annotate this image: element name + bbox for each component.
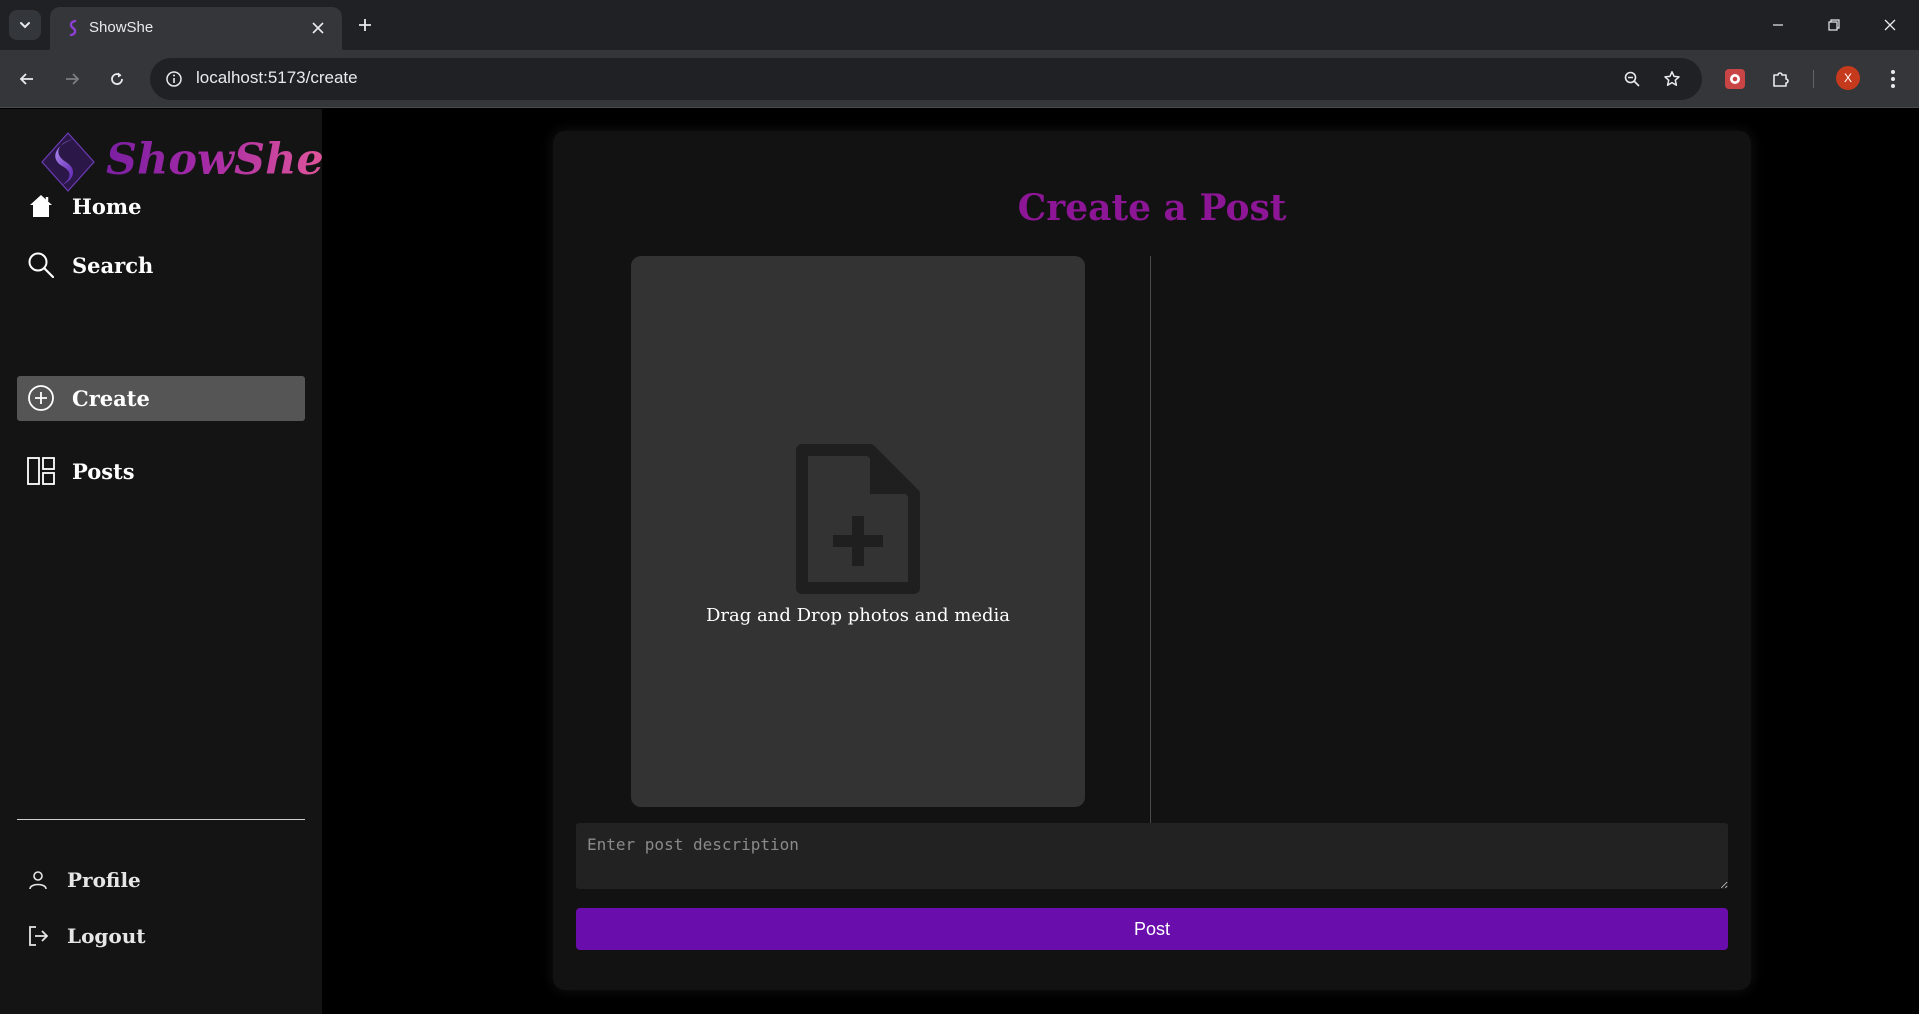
nav-label: Home (72, 194, 142, 219)
zoom-button[interactable] (1620, 67, 1644, 91)
showshe-favicon-icon (69, 19, 77, 37)
nav-item-profile[interactable]: Profile (17, 860, 305, 900)
nav-label: Posts (72, 459, 135, 484)
close-icon (1884, 19, 1896, 31)
tab-search-button[interactable] (9, 10, 41, 40)
post-submit-button[interactable]: Post (576, 908, 1728, 950)
nav-label: Create (72, 386, 150, 411)
minimize-button[interactable] (1750, 8, 1806, 42)
arrow-right-icon (66, 73, 80, 85)
chrome-menu-button[interactable] (1878, 64, 1908, 94)
zoom-out-icon (1624, 71, 1640, 87)
nav-item-posts[interactable]: Posts (17, 449, 305, 494)
extension-app-icon (1725, 69, 1745, 89)
close-window-button[interactable] (1862, 8, 1918, 42)
tab-title: ShowShe (89, 19, 154, 36)
layout-icon (27, 457, 55, 485)
reload-button[interactable] (102, 64, 132, 94)
extensions-menu-button[interactable] (1766, 64, 1796, 94)
file-add-icon (796, 444, 920, 594)
nav-label: Search (72, 253, 154, 278)
info-icon (166, 71, 182, 87)
sidebar: ShowShe Home Search Create Posts Profile (0, 109, 324, 1014)
extension-button[interactable] (1720, 64, 1750, 94)
toolbar-separator (1813, 70, 1814, 88)
site-info-button[interactable] (162, 67, 186, 91)
nav-label: Logout (67, 924, 146, 948)
page-title: Create a Post (1017, 187, 1287, 229)
post-description-input[interactable] (576, 823, 1728, 889)
back-button[interactable] (12, 64, 42, 94)
logout-icon (27, 925, 49, 947)
bookmark-button[interactable] (1660, 67, 1684, 91)
minimize-icon (1773, 24, 1783, 26)
brand-name: ShowShe (106, 135, 324, 185)
nav-item-logout[interactable]: Logout (17, 916, 305, 956)
nav-item-home[interactable]: Home (17, 184, 305, 229)
tab-close-button[interactable] (308, 18, 328, 38)
arrow-left-icon (19, 73, 33, 85)
search-icon (27, 251, 55, 279)
browser-toolbar: localhost:5173/create (0, 50, 1919, 108)
reload-icon (111, 72, 123, 85)
restore-button[interactable] (1806, 8, 1862, 42)
close-icon (312, 22, 324, 34)
more-vertical-icon (1891, 70, 1895, 88)
vertical-divider (1150, 256, 1151, 826)
dropzone-text: Drag and Drop photos and media (706, 605, 1010, 626)
home-icon (27, 192, 55, 220)
sidebar-divider (17, 819, 305, 820)
chevron-down-icon (20, 22, 30, 29)
user-icon (27, 869, 49, 891)
nav-item-search[interactable]: Search (17, 243, 305, 288)
nav-item-create[interactable]: Create (17, 376, 305, 421)
plus-icon (359, 19, 371, 31)
address-bar[interactable]: localhost:5173/create (150, 58, 1702, 100)
new-tab-button[interactable] (352, 12, 378, 38)
profile-avatar[interactable]: X (1836, 66, 1860, 90)
browser-tab[interactable]: ShowShe (50, 7, 342, 50)
star-icon (1664, 71, 1680, 86)
media-dropzone[interactable]: Drag and Drop photos and media (631, 256, 1085, 807)
url-text[interactable]: localhost:5173/create (196, 68, 358, 88)
plus-circle-icon (27, 384, 55, 412)
create-post-card: Create a Post Drag and Drop photos and m… (553, 131, 1751, 990)
browser-tab-bar: ShowShe (0, 0, 1919, 50)
puzzle-icon (1773, 72, 1789, 87)
forward-button[interactable] (57, 64, 87, 94)
nav-label: Profile (67, 868, 141, 892)
restore-icon (1828, 19, 1840, 31)
